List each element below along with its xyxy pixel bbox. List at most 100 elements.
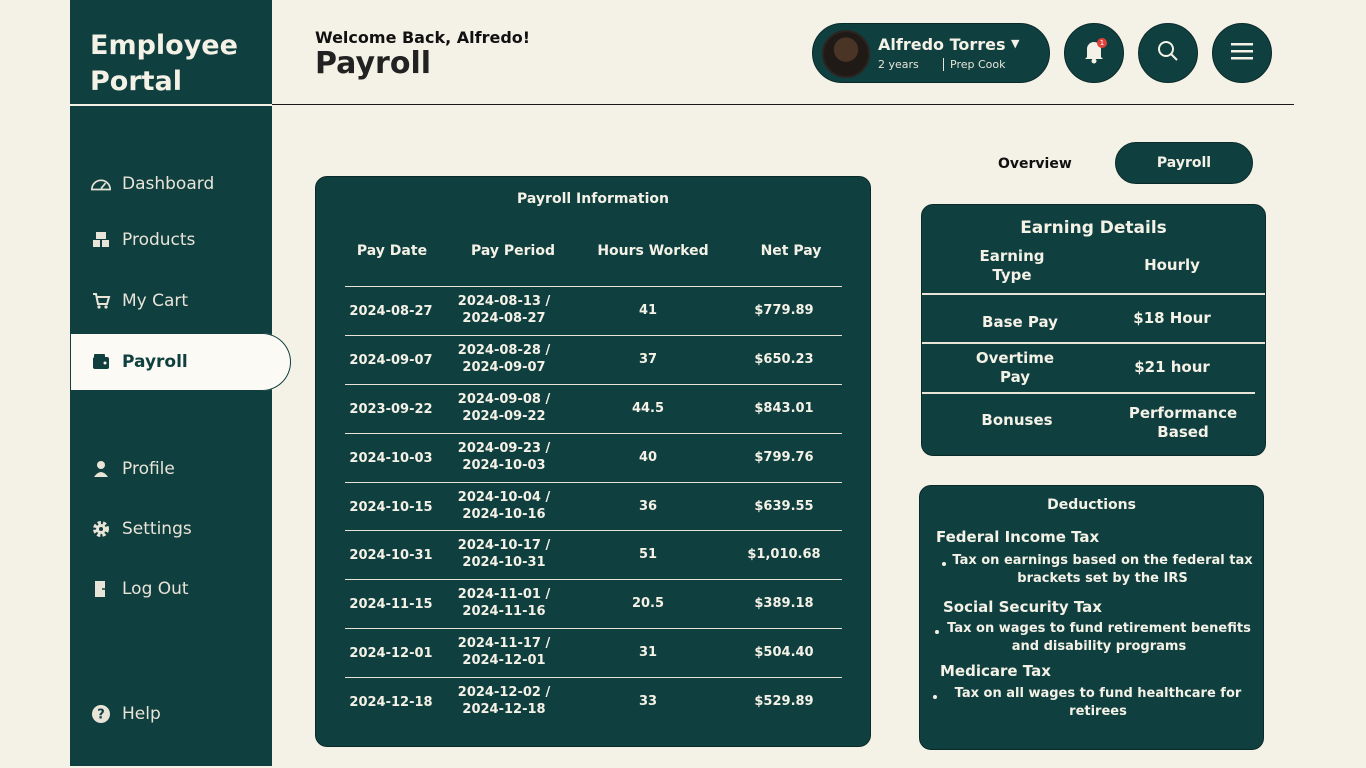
pay-period-start: 2024-11-01 / bbox=[457, 587, 551, 602]
net-pay-cell: $779.89 bbox=[754, 303, 814, 318]
medicare-tax-description-line-1: Tax on all wages to fund healthcare for bbox=[954, 686, 1242, 701]
card-title: Earning Details bbox=[1020, 218, 1167, 238]
sidebar-item-label: Payroll bbox=[122, 352, 188, 372]
earning-type-header: Earning Type bbox=[962, 247, 1062, 285]
pay-period-end: 2024-10-16 bbox=[462, 507, 546, 522]
sidebar-item-settings[interactable]: Settings bbox=[70, 509, 272, 549]
federal-income-tax-description: Tax on earnings based on the federal tax… bbox=[950, 552, 1255, 588]
pay-period-cell: 2024-11-01 / 2024-11-16 bbox=[449, 586, 559, 620]
menu-button[interactable] bbox=[1212, 23, 1272, 83]
overtime-pay-label-line-2: Pay bbox=[999, 368, 1031, 386]
hours-worked-cell: 20.5 bbox=[631, 596, 665, 611]
chevron-down-icon: ▼ bbox=[1011, 37, 1020, 50]
hours-worked-cell: 40 bbox=[638, 450, 658, 465]
pay-period-end: 2024-11-16 bbox=[462, 604, 546, 619]
table-row: 2024-12-01 2024-11-17 / 2024-12-01 31 $504.4… bbox=[345, 628, 842, 678]
hours-worked-cell: 36 bbox=[638, 499, 658, 514]
base-pay-value: $18 Hour bbox=[1133, 309, 1211, 327]
pay-period-cell: 2024-10-04 / 2024-10-16 bbox=[449, 489, 559, 523]
medicare-tax-title: Medicare Tax bbox=[940, 662, 1051, 680]
pay-date-cell: 2023-09-22 bbox=[349, 402, 433, 417]
sidebar-item-payroll[interactable]: Payroll bbox=[70, 333, 291, 391]
pay-date-cell: 2024-09-07 bbox=[349, 353, 433, 368]
social-security-tax-description: Tax on wages to fund retirement benefits… bbox=[943, 620, 1255, 656]
row-divider bbox=[922, 392, 1255, 394]
pay-date-cell: 2024-10-31 bbox=[349, 548, 433, 563]
brand-line-1: Employee bbox=[90, 30, 238, 61]
pay-date-cell: 2024-10-03 bbox=[349, 451, 433, 466]
pay-period-start: 2024-09-23 / bbox=[457, 441, 551, 456]
net-pay-cell: $389.18 bbox=[754, 596, 814, 611]
deductions-card: Deductions Federal Income Tax Tax on ear… bbox=[919, 485, 1264, 750]
hours-worked-cell: 44.5 bbox=[631, 401, 665, 416]
sidebar-item-label: Settings bbox=[122, 519, 192, 539]
sidebar-item-help[interactable]: ? Help bbox=[70, 694, 272, 734]
card-title: Payroll Information bbox=[517, 191, 669, 207]
pay-period-cell: 2024-11-17 / 2024-12-01 bbox=[449, 635, 559, 669]
row-divider bbox=[922, 342, 1265, 344]
overtime-pay-value: $21 hour bbox=[1134, 358, 1210, 376]
pay-period-start: 2024-12-02 / bbox=[457, 685, 551, 700]
base-pay-label: Base Pay bbox=[982, 313, 1058, 331]
column-header-pay-period: Pay Period bbox=[471, 243, 555, 259]
federal-income-tax-title: Federal Income Tax bbox=[936, 528, 1100, 546]
welcome-message: Welcome Back, Alfredo! bbox=[315, 28, 531, 47]
rate-header: Hourly bbox=[1144, 256, 1200, 274]
sidebar-item-label: Log Out bbox=[122, 579, 189, 599]
pay-date-cell: 2024-12-01 bbox=[349, 646, 433, 661]
user-menu[interactable]: Alfredo Torres ▼ 2 years Prep Cook bbox=[812, 23, 1050, 83]
pay-period-cell: 2024-09-08 / 2024-09-22 bbox=[449, 391, 559, 425]
sidebar-item-label: My Cart bbox=[122, 291, 189, 311]
column-header-hours-worked: Hours Worked bbox=[597, 243, 709, 259]
pay-period-end: 2024-10-31 bbox=[462, 555, 546, 570]
table-row: 2024-11-15 2024-11-01 / 2024-11-16 20.5 $389… bbox=[345, 579, 842, 629]
pay-period-start: 2024-10-04 / bbox=[457, 490, 551, 505]
tab-payroll[interactable]: Payroll bbox=[1115, 142, 1253, 184]
pay-date-cell: 2024-11-15 bbox=[349, 597, 433, 612]
hours-worked-cell: 33 bbox=[638, 694, 658, 709]
user-tenure: 2 years bbox=[878, 58, 919, 71]
federal-income-tax-description-line-2: brackets set by the IRS bbox=[1017, 571, 1188, 586]
pay-period-end: 2024-12-18 bbox=[462, 702, 546, 717]
hamburger-icon bbox=[1229, 40, 1255, 66]
products-icon bbox=[90, 229, 112, 251]
pay-period-end: 2024-09-22 bbox=[462, 409, 546, 424]
medicare-tax-description: Tax on all wages to fund healthcare for … bbox=[945, 685, 1251, 721]
bonuses-label: Bonuses bbox=[981, 411, 1053, 429]
avatar bbox=[822, 30, 870, 78]
net-pay-cell: $650.23 bbox=[754, 352, 814, 367]
search-button[interactable] bbox=[1138, 23, 1198, 83]
column-header-net-pay: Net Pay bbox=[760, 243, 822, 259]
table-row: 2024-10-15 2024-10-04 / 2024-10-16 36 $639.5… bbox=[345, 482, 842, 532]
sidebar-item-label: Products bbox=[122, 230, 196, 250]
pay-period-end: 2024-08-27 bbox=[462, 311, 546, 326]
bullet bbox=[935, 630, 939, 634]
bonuses-value-line-1: Performance bbox=[1128, 404, 1238, 422]
payroll-information-card: Payroll Information Pay Date Pay Period … bbox=[315, 176, 871, 747]
social-security-tax-title: Social Security Tax bbox=[943, 598, 1102, 616]
sidebar-item-label: Dashboard bbox=[122, 174, 215, 194]
net-pay-cell: $504.40 bbox=[754, 645, 814, 660]
pay-date-cell: 2024-10-15 bbox=[349, 500, 433, 515]
tab-overview[interactable]: Overview bbox=[998, 156, 1072, 172]
social-security-tax-description-line-2: and disability programs bbox=[1011, 639, 1187, 654]
sidebar-item-log-out[interactable]: Log Out bbox=[70, 569, 272, 609]
wallet-icon bbox=[90, 351, 112, 373]
sidebar-item-my-cart[interactable]: My Cart bbox=[70, 281, 272, 321]
pay-period-start: 2024-08-13 / bbox=[457, 294, 551, 309]
sidebar-item-label: Profile bbox=[122, 459, 175, 479]
sidebar-item-dashboard[interactable]: Dashboard bbox=[70, 164, 272, 204]
hours-worked-cell: 41 bbox=[638, 303, 658, 318]
net-pay-cell: $799.76 bbox=[754, 450, 814, 465]
net-pay-cell: $529.89 bbox=[754, 694, 814, 709]
sidebar-item-products[interactable]: Products bbox=[70, 220, 272, 260]
sidebar-item-profile[interactable]: Profile bbox=[70, 449, 272, 489]
pay-date-cell: 2024-08-27 bbox=[349, 304, 433, 319]
pay-period-cell: 2024-08-28 / 2024-09-07 bbox=[449, 342, 559, 376]
logout-icon bbox=[90, 578, 112, 600]
social-security-tax-description-line-1: Tax on wages to fund retirement benefits bbox=[947, 621, 1251, 636]
header-divider bbox=[272, 104, 1294, 105]
pay-period-end: 2024-09-07 bbox=[462, 360, 546, 375]
notifications-button[interactable]: 1 bbox=[1064, 23, 1124, 83]
federal-income-tax-description-line-1: Tax on earnings based on the federal tax bbox=[952, 553, 1253, 568]
